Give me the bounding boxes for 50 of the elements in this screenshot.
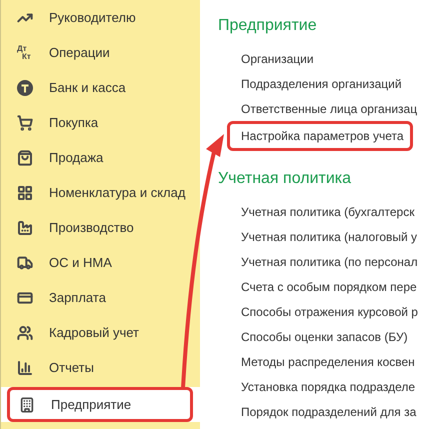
menu-link[interactable]: Методы распределения косвен: [218, 349, 418, 374]
sidebar-item[interactable]: ОС и НМА: [1, 245, 200, 280]
card-icon: [17, 290, 33, 306]
sidebar-item[interactable]: Продажа: [1, 140, 200, 175]
bar-chart-icon: [17, 360, 33, 376]
sidebar-label: Номенклатура и склад: [49, 184, 186, 202]
sidebar-item[interactable]: Производство: [1, 210, 200, 245]
sidebar-label: Продажа: [49, 148, 104, 167]
sidebar-label: Руководителю: [49, 8, 136, 27]
sidebar-item[interactable]: Дт Кт Операции: [1, 35, 200, 70]
cart-icon: [17, 114, 33, 130]
sidebar-item[interactable]: Номенклатура и склад: [1, 175, 200, 210]
sidebar-item[interactable]: Кадровый учет: [1, 315, 200, 350]
sidebar-item[interactable]: Руководителю: [1, 0, 200, 35]
menu-link[interactable]: Учетная политика (бухгалтерск: [218, 199, 418, 224]
menu-link[interactable]: Ответственные лица организац: [218, 96, 418, 121]
section-title: Учетная политика: [218, 169, 352, 189]
menu-link[interactable]: Способы отражения курсовой р: [218, 299, 418, 324]
sidebar-item[interactable]: Банк и касса: [1, 70, 200, 105]
menu-link[interactable]: Учетная политика (по персонал: [218, 249, 418, 274]
menu-link[interactable]: Организации: [218, 46, 418, 71]
sidebar-label: Покупка: [49, 114, 98, 132]
grid-icon: [17, 184, 33, 200]
section-title: Предприятие: [218, 16, 318, 36]
bag-icon: [17, 150, 33, 166]
sidebar-label: Производство: [49, 218, 134, 237]
menu-link[interactable]: Подразделения организаций: [218, 71, 418, 96]
menu-link[interactable]: Счета с особым порядком пере: [218, 274, 418, 299]
factory-icon: [17, 220, 33, 236]
sidebar-item[interactable]: Покупка: [1, 105, 200, 140]
menu-link[interactable]: Установка порядка подразделе: [218, 374, 418, 399]
coin-icon: [17, 80, 33, 96]
sidebar-label: Отчеты: [49, 358, 94, 377]
building-icon: [19, 396, 35, 412]
menu-link[interactable]: Порядок подразделений для за: [218, 399, 418, 424]
sidebar-label: ОС и НМА: [49, 254, 112, 272]
menu-link[interactable]: Настройка параметров учета: [227, 121, 413, 151]
debit-credit-icon: Дт Кт: [17, 44, 33, 60]
truck-icon: [17, 254, 33, 270]
menu-link[interactable]: Способы оценки запасов (БУ): [218, 324, 418, 349]
sidebar-item[interactable]: Отчеты: [1, 350, 200, 385]
sidebar-label: Предприятие: [51, 396, 132, 414]
sidebar-label: Зарплата: [49, 288, 106, 307]
users-icon: [17, 324, 33, 340]
sidebar-label: Банк и касса: [49, 78, 126, 97]
sidebar-item[interactable]: Предприятие: [1, 387, 200, 422]
sidebar-label: Кадровый учет: [49, 324, 139, 342]
menu-link[interactable]: Учетная политика (налоговый у: [218, 224, 418, 249]
sidebar-item[interactable]: Зарплата: [1, 280, 200, 315]
sidebar-label: Операции: [49, 44, 110, 62]
